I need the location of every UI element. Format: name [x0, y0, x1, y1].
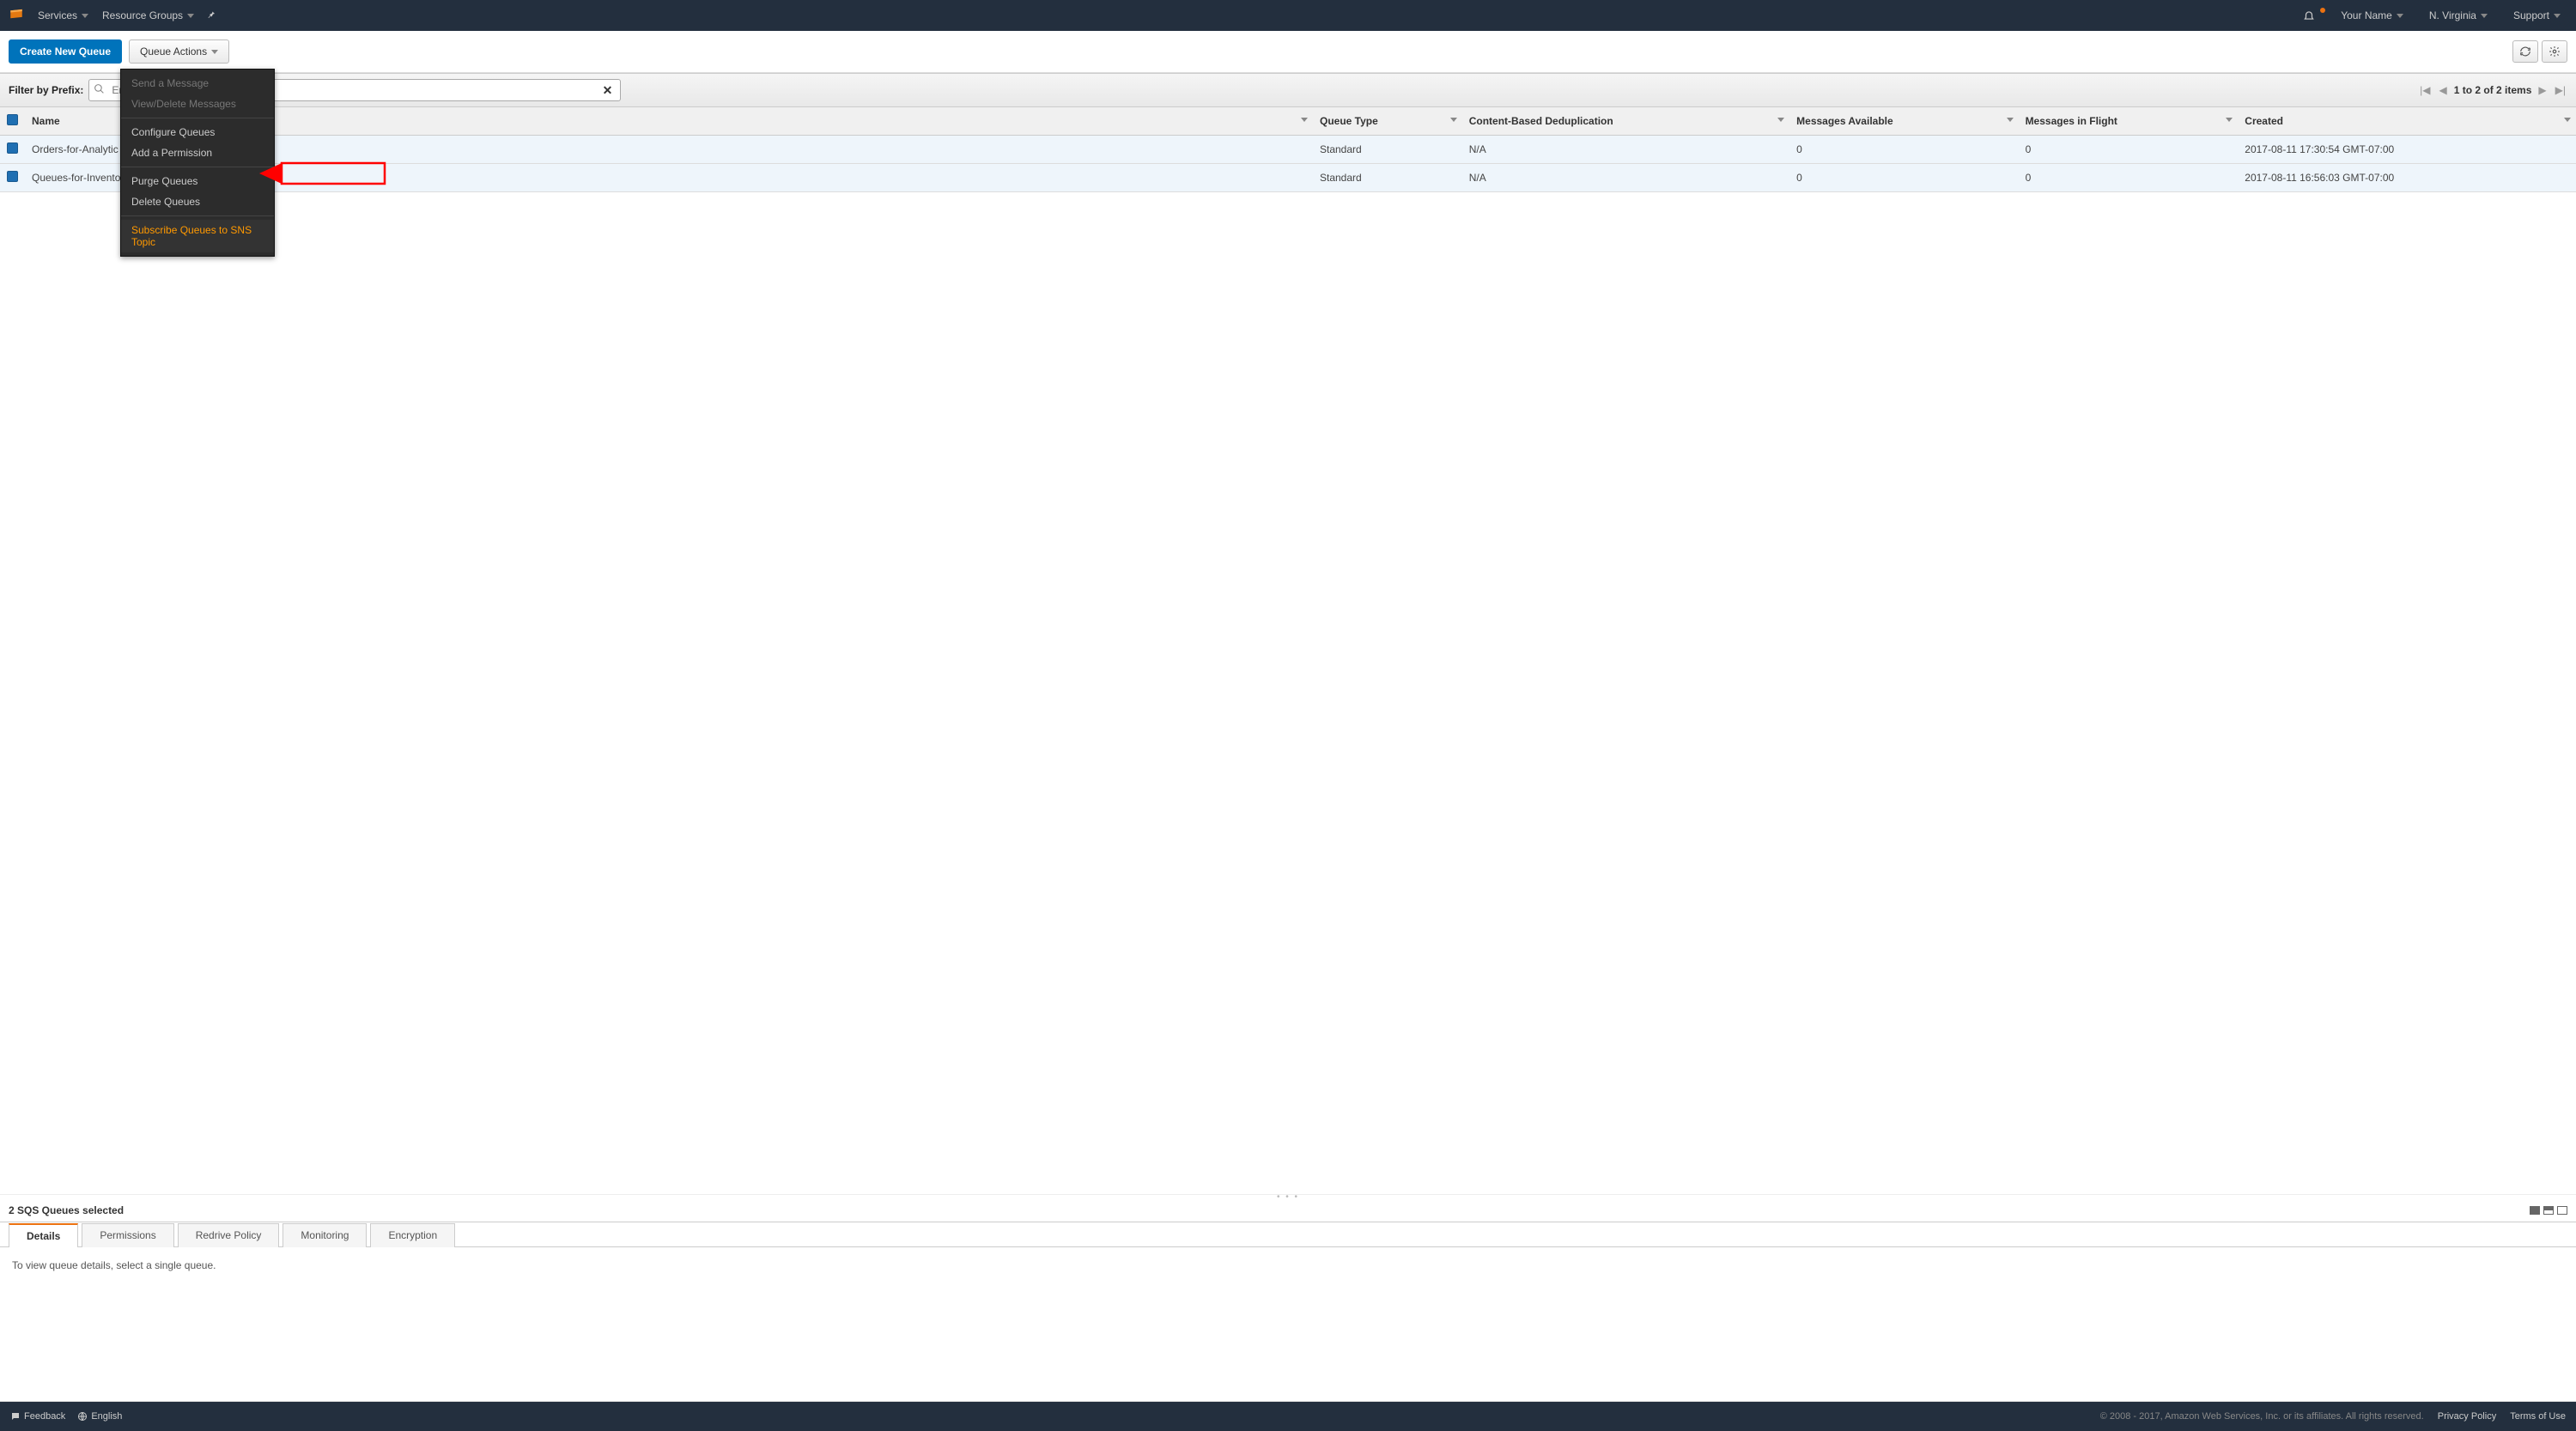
pager-text: 1 to 2 of 2 items: [2454, 84, 2532, 96]
feedback-link[interactable]: Feedback: [10, 1411, 65, 1422]
col-msgs-flight[interactable]: Messages in Flight: [2026, 115, 2117, 127]
col-created[interactable]: Created: [2245, 115, 2283, 127]
cell-dedup: N/A: [1462, 136, 1789, 164]
cell-msgs-flight: 0: [2019, 164, 2239, 192]
queue-actions-menu: Send a Message View/Delete Messages Conf…: [120, 69, 275, 257]
pin-icon[interactable]: [206, 9, 216, 22]
caret-down-icon: [2397, 14, 2403, 18]
global-nav: Services Resource Groups Your Name N. Vi…: [0, 0, 2576, 31]
menu-subscribe-sns[interactable]: Subscribe Queues to SNS Topic: [121, 220, 274, 252]
sort-caret-icon: [2007, 118, 2014, 122]
notifications-icon[interactable]: [2296, 9, 2322, 21]
details-content: To view queue details, select a single q…: [0, 1247, 2576, 1402]
col-name[interactable]: Name: [32, 115, 60, 127]
menu-view-delete-messages: View/Delete Messages: [121, 94, 274, 114]
sort-caret-icon: [1301, 118, 1308, 122]
tab-redrive[interactable]: Redrive Policy: [178, 1223, 280, 1247]
tab-encryption[interactable]: Encryption: [370, 1223, 455, 1247]
detail-header: 2 SQS Queues selected: [0, 1199, 2576, 1222]
pager-last-button[interactable]: ▶|: [2554, 84, 2567, 96]
language-selector[interactable]: English: [77, 1411, 122, 1422]
nav-services[interactable]: Services: [31, 9, 95, 21]
menu-send-message: Send a Message: [121, 73, 274, 94]
settings-button[interactable]: [2542, 40, 2567, 63]
filter-row: Filter by Prefix: ✕ |◀ ◀ 1 to 2 of 2 ite…: [0, 73, 2576, 107]
nav-support[interactable]: Support: [2506, 9, 2567, 21]
menu-delete-queues[interactable]: Delete Queues: [121, 191, 274, 212]
cell-queue-type: Standard: [1313, 164, 1462, 192]
cell-created: 2017-08-11 17:30:54 GMT-07:00: [2238, 136, 2576, 164]
terms-link[interactable]: Terms of Use: [2510, 1411, 2566, 1422]
queues-table: Name Queue Type Content-Based Deduplicat…: [0, 107, 2576, 192]
layout-split-icon[interactable]: [2543, 1206, 2554, 1215]
cell-created: 2017-08-11 16:56:03 GMT-07:00: [2238, 164, 2576, 192]
cell-msgs-avail: 0: [1789, 164, 2018, 192]
clear-search-button[interactable]: ✕: [599, 83, 617, 98]
caret-down-icon: [2554, 14, 2561, 18]
sort-caret-icon: [2226, 118, 2233, 122]
notification-dot-icon: [2320, 8, 2325, 13]
pager: |◀ ◀ 1 to 2 of 2 items ▶ ▶|: [2418, 84, 2567, 96]
sort-caret-icon: [2564, 118, 2571, 122]
nav-region-label: N. Virginia: [2429, 9, 2476, 21]
tab-monitoring[interactable]: Monitoring: [283, 1223, 367, 1247]
pager-prev-button[interactable]: ◀: [2437, 84, 2448, 96]
table-row[interactable]: Queues-for-Invento Standard N/A 0 0 2017…: [0, 164, 2576, 192]
nav-account[interactable]: Your Name: [2334, 9, 2410, 21]
nav-account-label: Your Name: [2341, 9, 2392, 21]
pager-next-button[interactable]: ▶: [2537, 84, 2548, 96]
col-queue-type[interactable]: Queue Type: [1320, 115, 1378, 127]
cell-msgs-flight: 0: [2019, 136, 2239, 164]
nav-services-label: Services: [38, 9, 77, 21]
nav-resource-groups-label: Resource Groups: [102, 9, 183, 21]
caret-down-icon: [82, 14, 88, 18]
caret-down-icon: [211, 50, 218, 54]
sort-caret-icon: [1450, 118, 1457, 122]
sort-caret-icon: [1777, 118, 1784, 122]
privacy-link[interactable]: Privacy Policy: [2438, 1411, 2496, 1422]
feedback-label: Feedback: [24, 1411, 65, 1422]
detail-tabs: Details Permissions Redrive Policy Monit…: [0, 1222, 2576, 1247]
aws-logo[interactable]: [9, 7, 31, 25]
selection-count: 2 SQS Queues selected: [9, 1204, 124, 1216]
pager-first-button[interactable]: |◀: [2418, 84, 2432, 96]
nav-support-label: Support: [2513, 9, 2549, 21]
row-checkbox[interactable]: [7, 142, 18, 154]
queue-actions-label: Queue Actions: [140, 45, 207, 58]
language-label: English: [91, 1411, 122, 1422]
filter-label: Filter by Prefix:: [9, 84, 83, 96]
menu-configure-queues[interactable]: Configure Queues: [121, 122, 274, 142]
menu-add-permission[interactable]: Add a Permission: [121, 142, 274, 163]
tab-details[interactable]: Details: [9, 1223, 78, 1247]
layout-bottom-icon[interactable]: [2557, 1206, 2567, 1215]
footer: Feedback English © 2008 - 2017, Amazon W…: [0, 1402, 2576, 1431]
queue-actions-button[interactable]: Queue Actions: [129, 39, 229, 64]
toolbar: Create New Queue Queue Actions Send a Me…: [0, 31, 2576, 73]
caret-down-icon: [187, 14, 194, 18]
create-queue-button[interactable]: Create New Queue: [9, 39, 122, 64]
nav-region[interactable]: N. Virginia: [2422, 9, 2494, 21]
row-checkbox[interactable]: [7, 171, 18, 182]
cell-queue-type: Standard: [1313, 136, 1462, 164]
col-msgs-avail[interactable]: Messages Available: [1796, 115, 1893, 127]
search-icon: [94, 83, 105, 97]
refresh-button[interactable]: [2512, 40, 2538, 63]
select-all-checkbox[interactable]: [7, 114, 18, 125]
table-row[interactable]: Orders-for-Analytic Standard N/A 0 0 201…: [0, 136, 2576, 164]
caret-down-icon: [2481, 14, 2488, 18]
menu-purge-queues[interactable]: Purge Queues: [121, 171, 274, 191]
cell-msgs-avail: 0: [1789, 136, 2018, 164]
tab-permissions[interactable]: Permissions: [82, 1223, 173, 1247]
col-dedup[interactable]: Content-Based Deduplication: [1469, 115, 1613, 127]
nav-resource-groups[interactable]: Resource Groups: [95, 9, 201, 21]
layout-full-icon[interactable]: [2530, 1206, 2540, 1215]
copyright-text: © 2008 - 2017, Amazon Web Services, Inc.…: [2100, 1411, 2424, 1422]
cell-dedup: N/A: [1462, 164, 1789, 192]
